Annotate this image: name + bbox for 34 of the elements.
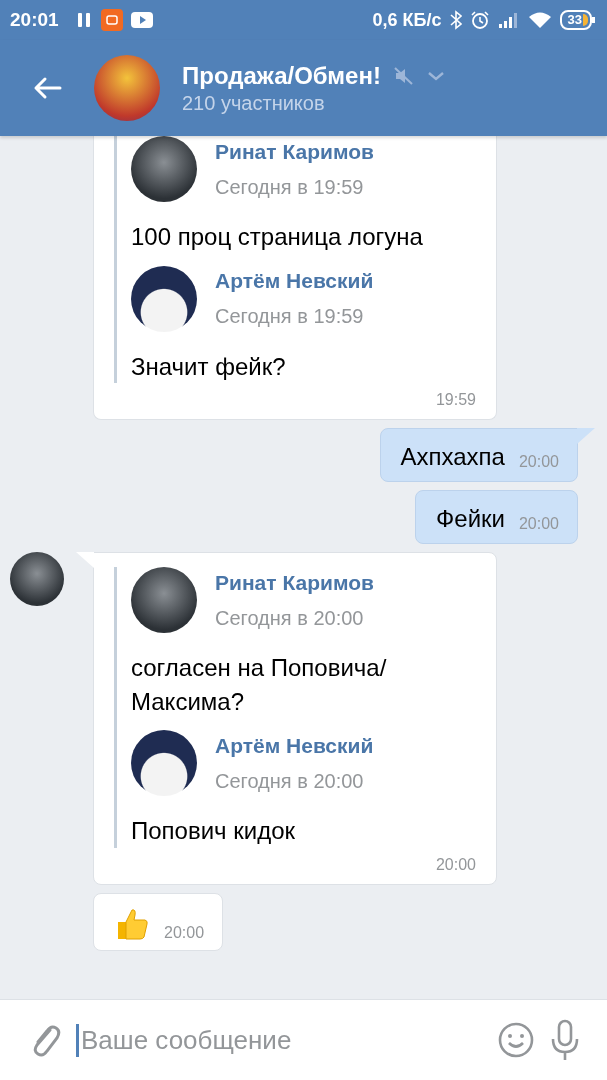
chat-title[interactable]: Продажа/Обмен! xyxy=(182,61,381,90)
author-name[interactable]: Артём Невский xyxy=(215,733,374,758)
status-time: 20:01 xyxy=(10,9,59,31)
message-text: 100 проц страница логуна xyxy=(131,222,424,252)
alarm-icon xyxy=(469,10,490,30)
message-time: 20:00 xyxy=(435,855,476,874)
back-arrow-icon[interactable] xyxy=(32,76,62,100)
battery-icon: 33 xyxy=(559,10,595,30)
forward-date: Сегодня в 19:59 xyxy=(215,305,365,329)
microphone-icon[interactable] xyxy=(549,1019,581,1061)
member-count: 210 участников xyxy=(182,91,326,115)
app-icon xyxy=(100,9,123,31)
message-time: 20:00 xyxy=(164,923,205,942)
author-name[interactable]: Ринат Каримов xyxy=(215,570,374,595)
wifi-icon xyxy=(527,11,552,29)
author-name[interactable]: Ринат Каримов xyxy=(215,139,374,164)
message-text: Значит фейк? xyxy=(131,351,287,382)
forward-date: Сегодня в 20:00 xyxy=(215,769,365,793)
bluetooth-icon xyxy=(449,10,462,30)
forward-date: Сегодня в 19:59 xyxy=(215,175,365,199)
message-time: 19:59 xyxy=(435,391,476,410)
network-speed: 0,6 КБ/с xyxy=(372,9,442,31)
message-text: Попович кидок xyxy=(131,816,297,847)
smiley-icon[interactable] xyxy=(497,1021,535,1059)
message-time: 20:00 xyxy=(518,515,559,534)
forward-date: Сегодня в 20:00 xyxy=(215,606,365,630)
sender-avatar[interactable] xyxy=(10,552,64,607)
message-text: согласен на Поповича/ Максима? xyxy=(131,653,388,717)
message-text: Ахпхахпа xyxy=(400,443,505,472)
video-play-icon xyxy=(130,12,153,28)
author-name[interactable]: Артём Невский xyxy=(215,269,374,294)
message-text: Фейки xyxy=(436,505,505,534)
signal-icon xyxy=(497,11,520,29)
message-time: 20:00 xyxy=(518,453,559,472)
